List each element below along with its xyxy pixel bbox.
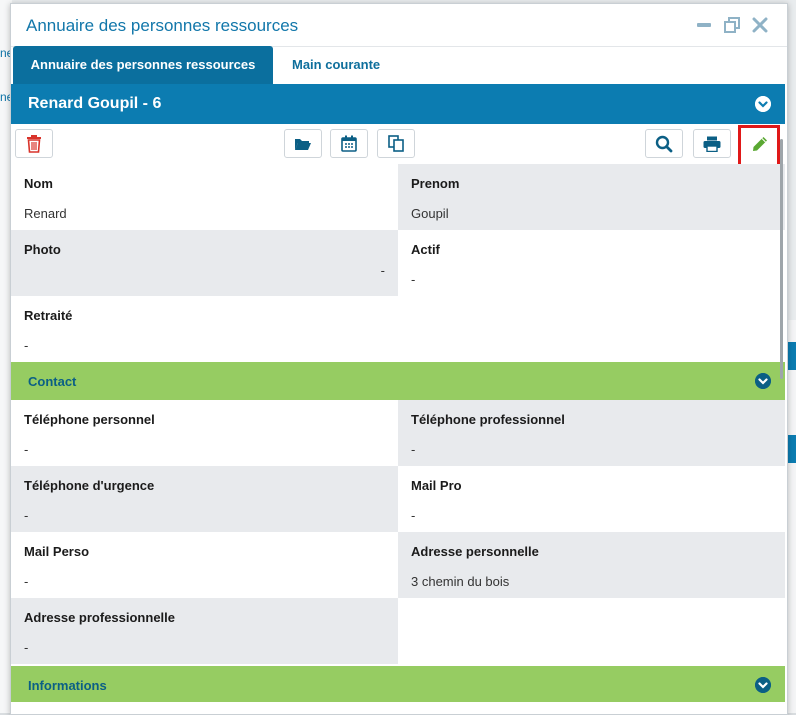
field-adresse-professionnelle: Adresse professionnelle - <box>11 598 398 664</box>
record-dialog: Annuaire des personnes ressources Annuai… <box>10 3 788 715</box>
search-button[interactable] <box>645 129 683 158</box>
field-value: - <box>411 442 416 457</box>
tab-main-courante[interactable]: Main courante <box>292 46 380 84</box>
search-icon <box>655 135 673 152</box>
field-nom: Nom Renard <box>11 164 398 230</box>
field-mail-pro: Mail Pro - <box>398 466 785 532</box>
dialog-titlebar: Annuaire des personnes ressources <box>11 4 787 47</box>
field-value: - <box>24 338 29 353</box>
scrollbar[interactable] <box>780 139 783 379</box>
edit-highlight-box <box>738 125 780 169</box>
field-label: Photo <box>24 242 61 257</box>
field-value: - <box>24 574 29 589</box>
field-label: Téléphone professionnel <box>411 412 565 427</box>
field-label: Téléphone personnel <box>24 412 155 427</box>
field-label: Prenom <box>411 176 460 191</box>
calendar-icon <box>341 135 357 152</box>
chevron-down-icon[interactable] <box>755 677 771 693</box>
field-telephone-personnel: Téléphone personnel - <box>11 400 398 466</box>
record-header: Renard Goupil - 6 <box>11 84 785 124</box>
dialog-content: Renard Goupil - 6 Nom Renard Prenom Goup… <box>11 84 785 714</box>
field-label: Adresse professionnelle <box>24 610 175 625</box>
field-label: Téléphone d'urgence <box>24 478 155 493</box>
field-mail-perso: Mail Perso - <box>11 532 398 598</box>
field-label: Mail Perso <box>24 544 90 559</box>
informations-section-header[interactable]: Informations <box>11 666 785 702</box>
chevron-down-icon[interactable] <box>755 96 771 112</box>
field-value: Renard <box>24 206 67 221</box>
duplicate-button[interactable] <box>377 129 415 158</box>
print-button[interactable] <box>693 129 731 158</box>
field-label: Actif <box>411 242 440 257</box>
print-icon <box>703 136 721 152</box>
field-telephone-urgence: Téléphone d'urgence - <box>11 466 398 532</box>
field-value: Goupil <box>411 206 449 221</box>
close-icon[interactable] <box>751 16 769 34</box>
trash-icon <box>27 134 41 153</box>
field-retraite: Retraité - <box>11 296 398 362</box>
field-empty <box>398 598 785 664</box>
folder-open-icon <box>295 138 311 150</box>
chevron-down-icon[interactable] <box>755 373 771 389</box>
field-label: Nom <box>24 176 53 191</box>
field-value: - <box>380 263 385 278</box>
field-value: - <box>24 640 29 655</box>
field-value: - <box>411 272 416 287</box>
calendar-button[interactable] <box>330 129 368 158</box>
minimize-icon[interactable] <box>695 16 713 34</box>
copy-icon <box>388 135 404 152</box>
informations-section-title: Informations <box>28 678 107 693</box>
open-folder-button[interactable] <box>284 129 322 158</box>
restore-icon[interactable] <box>723 16 741 34</box>
field-adresse-personnelle: Adresse personnelle 3 chemin du bois <box>398 532 785 598</box>
field-label: Mail Pro <box>411 478 462 493</box>
field-photo: Photo - <box>11 230 398 296</box>
contact-section-header[interactable]: Contact <box>11 362 785 400</box>
dialog-title: Annuaire des personnes ressources <box>26 16 299 35</box>
field-prenom: Prenom Goupil <box>398 164 785 230</box>
field-telephone-professionnel: Téléphone professionnel - <box>398 400 785 466</box>
record-title: Renard Goupil - 6 <box>28 95 162 112</box>
field-value: 3 chemin du bois <box>411 574 510 589</box>
field-value: - <box>411 508 416 523</box>
tab-bar: Annuaire des personnes ressources Main c… <box>11 46 787 84</box>
field-label: Adresse personnelle <box>411 544 539 559</box>
delete-button[interactable] <box>15 129 53 158</box>
field-value: - <box>24 508 29 523</box>
record-toolbar <box>11 124 785 169</box>
field-label: Retraité <box>24 308 73 323</box>
field-value: - <box>24 442 29 457</box>
field-actif: Actif - <box>398 230 785 296</box>
window-controls <box>695 16 769 34</box>
tab-annuaire[interactable]: Annuaire des personnes ressources <box>13 46 273 84</box>
contact-section-title: Contact <box>28 374 77 389</box>
